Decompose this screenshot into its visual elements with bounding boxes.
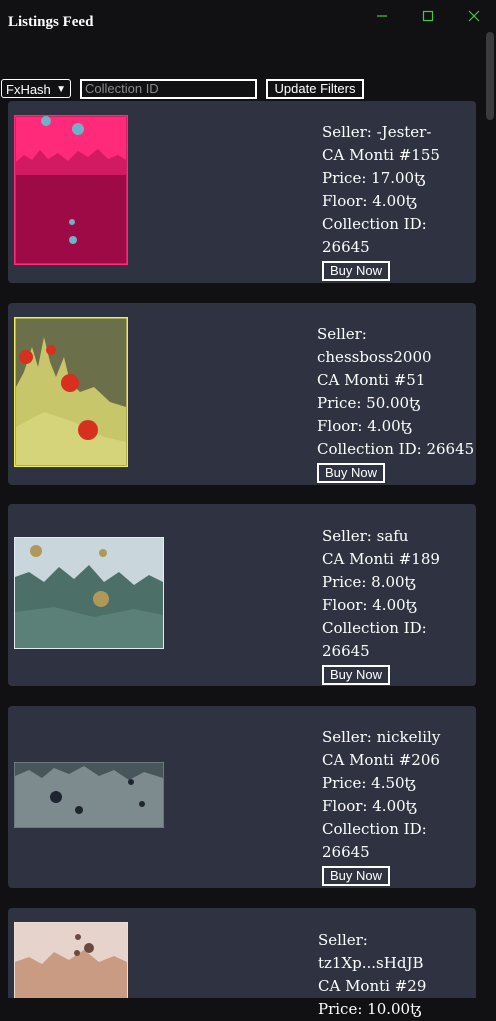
listing-price: Price: 10.00ꜩ: [318, 1000, 422, 1018]
listing-collection-id: Collection ID: 26645: [322, 619, 427, 660]
listing-info: Seller: safu CA Monti #189 Price: 8.00ꜩ …: [322, 525, 476, 686]
listing-card: Seller: -Jester- CA Monti #155 Price: 17…: [8, 101, 476, 283]
filter-bar: FxHash ▼ Collection ID Update Filters: [0, 78, 480, 100]
buy-now-button[interactable]: Buy Now: [322, 261, 391, 281]
listing-artwork[interactable]: [14, 762, 164, 828]
listing-title: CA Monti #155: [322, 146, 440, 164]
close-icon[interactable]: [466, 8, 482, 24]
listing-title: CA Monti #206: [322, 751, 440, 769]
listing-info: Seller: -Jester- CA Monti #155 Price: 17…: [322, 121, 476, 282]
listing-seller: Seller: tz1Xp...sHdJB: [318, 931, 424, 972]
listing-seller: Seller: nickelily: [322, 728, 441, 746]
buy-now-button[interactable]: Buy Now: [317, 463, 386, 483]
listing-floor: Floor: 4.00ꜩ: [317, 417, 412, 435]
listing-seller: Seller: chessboss2000: [317, 325, 432, 366]
scrollbar-thumb[interactable]: [486, 32, 494, 120]
listing-title: CA Monti #189: [322, 550, 440, 568]
listing-floor: Floor: 4.00ꜩ: [322, 797, 417, 815]
listing-collection-id: Collection ID: 26645: [322, 820, 427, 861]
listing-info: Seller: chessboss2000 CA Monti #51 Price…: [317, 323, 476, 484]
listing-info: Seller: tz1Xp...sHdJB CA Monti #29 Price…: [318, 929, 476, 1021]
listing-collection-id: Collection ID: 26645: [317, 440, 475, 458]
maximize-icon[interactable]: [420, 8, 436, 24]
listing-artwork[interactable]: [14, 537, 164, 649]
title-bar: Listings Feed: [0, 0, 496, 48]
listing-seller: Seller: -Jester-: [322, 123, 432, 141]
minimize-icon[interactable]: [374, 8, 390, 24]
listing-card: Seller: chessboss2000 CA Monti #51 Price…: [8, 303, 476, 485]
chevron-down-icon: ▼: [56, 84, 66, 95]
listing-artwork[interactable]: [14, 922, 128, 998]
buy-now-button[interactable]: Buy Now: [322, 665, 391, 685]
collection-id-input[interactable]: Collection ID: [80, 79, 257, 99]
listing-info: Seller: nickelily CA Monti #206 Price: 4…: [322, 726, 476, 887]
listing-card: Seller: tz1Xp...sHdJB CA Monti #29 Price…: [8, 908, 476, 1018]
buy-now-button[interactable]: Buy Now: [322, 866, 391, 886]
marketplace-select[interactable]: FxHash ▼: [1, 79, 71, 98]
listing-seller: Seller: safu: [322, 527, 409, 545]
marketplace-select-value: FxHash: [6, 82, 51, 97]
listing-artwork[interactable]: [14, 317, 128, 467]
scrollbar-track[interactable]: [484, 30, 496, 998]
collection-id-placeholder: Collection ID: [85, 81, 159, 96]
listing-card: Seller: safu CA Monti #189 Price: 8.00ꜩ …: [8, 504, 476, 686]
listing-price: Price: 4.50ꜩ: [322, 774, 416, 792]
listing-collection-id: Collection ID: 26645: [322, 215, 427, 256]
listing-artwork[interactable]: [14, 115, 128, 265]
listing-card: Seller: nickelily CA Monti #206 Price: 4…: [8, 706, 476, 888]
listing-price: Price: 8.00ꜩ: [322, 573, 416, 591]
update-filters-button[interactable]: Update Filters: [266, 79, 364, 99]
window-title: Listings Feed: [8, 14, 94, 30]
listing-title: CA Monti #29: [318, 977, 427, 995]
listing-floor: Floor: 4.00ꜩ: [322, 192, 417, 210]
listing-price: Price: 17.00ꜩ: [322, 169, 426, 187]
listing-price: Price: 50.00ꜩ: [317, 394, 421, 412]
listing-floor: Floor: 4.00ꜩ: [322, 596, 417, 614]
listing-title: CA Monti #51: [317, 371, 426, 389]
